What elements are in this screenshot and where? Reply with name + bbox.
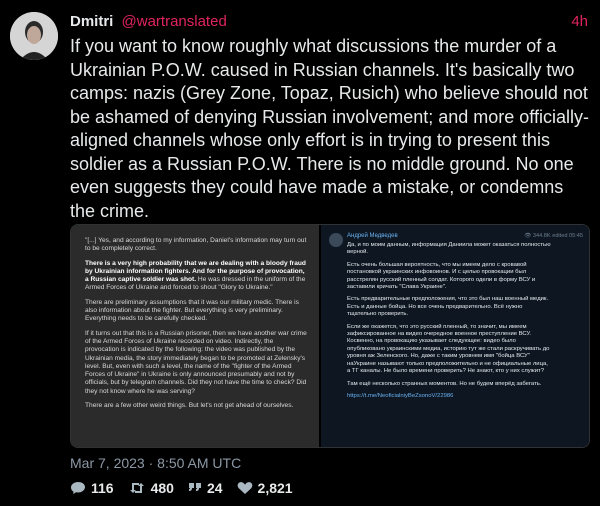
- like-button[interactable]: 2,821: [237, 480, 293, 496]
- translation-paragraph: "[...] Yes, and according to my informat…: [85, 237, 307, 253]
- telegram-post-panel: Андрей Медведев 👁 344.8K edited 05:45 Да…: [321, 225, 589, 447]
- telegram-paragraph: Если же окажется, что это русский пленны…: [347, 323, 550, 375]
- reply-count: 116: [91, 480, 114, 496]
- translation-paragraph: There is a very high probability that we…: [85, 260, 307, 293]
- post-text: If you want to know roughly what discuss…: [70, 36, 589, 221]
- telegram-paragraph: Там ещё несколько странных моментов. Но …: [347, 380, 542, 387]
- retweet-icon: [129, 483, 144, 493]
- author-name[interactable]: Dmitri: [70, 13, 113, 30]
- telegram-paragraph: Есть предварительные предположения, что …: [347, 296, 549, 318]
- telegram-paragraph: Да, и по моим данным, информация Даниила…: [347, 242, 551, 256]
- avatar[interactable]: [10, 12, 58, 60]
- translation-panel: "[...] Yes, and according to my informat…: [71, 225, 319, 447]
- views-edited: 👁 344.8K edited 05:45: [524, 233, 583, 239]
- channel-name: Андрей Медведев: [347, 233, 398, 239]
- attached-image[interactable]: "[...] Yes, and according to my informat…: [70, 224, 590, 448]
- telegram-link: https://t.me/NeoficialniyBeZsonoV/22986: [347, 392, 454, 399]
- post-time[interactable]: 4h: [571, 12, 588, 32]
- author-handle[interactable]: @wartranslated: [122, 13, 227, 30]
- engagement-bar: 116 480 24 2,821: [70, 478, 307, 498]
- telegram-text: Да, и по моим данным, информация Даниила…: [347, 242, 551, 405]
- channel-avatar: [329, 233, 343, 247]
- telegram-paragraph: Есть очень большая вероятность, что мы и…: [347, 261, 536, 291]
- quote-icon: [188, 483, 201, 491]
- quote-count: 24: [206, 480, 223, 496]
- heart-icon: [237, 482, 252, 494]
- like-count: 2,821: [257, 480, 293, 496]
- retweet-count: 480: [150, 480, 174, 496]
- translation-paragraph: There are a few other weird things. But …: [85, 402, 294, 410]
- reply-button[interactable]: 116: [70, 480, 114, 496]
- tweet-header: Dmitri @wartranslated 4h: [70, 12, 588, 32]
- translation-paragraph: There are preliminary assumptions that i…: [85, 298, 299, 323]
- reply-icon: [71, 482, 85, 494]
- tweet: Dmitri @wartranslated 4h If you want to …: [0, 0, 600, 506]
- translation-text: "[...] Yes, and according to my informat…: [85, 237, 307, 416]
- quote-button[interactable]: 24: [188, 480, 223, 496]
- retweet-button[interactable]: 480: [128, 480, 174, 496]
- post-date[interactable]: Mar 7, 2023 · 8:50 AM UTC: [70, 455, 241, 471]
- translation-paragraph: If it turns out that this is a Russian p…: [85, 329, 307, 395]
